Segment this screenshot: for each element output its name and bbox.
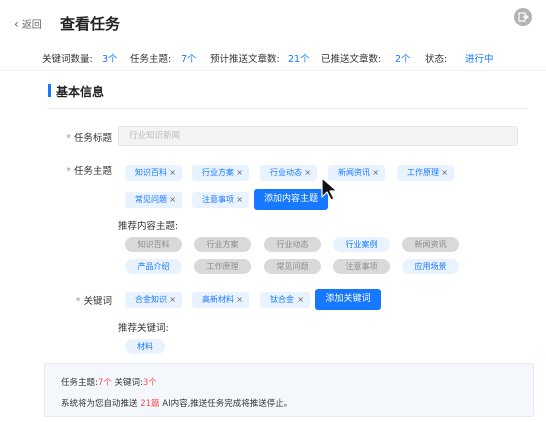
summary-push-suffix: AI内容,推送任务完成将推送停止。	[162, 399, 293, 409]
summary-panel: 任务主题:7个 关键词:3个 系统将为您自动推送 21篇 AI内容,推送任务完成…	[44, 363, 534, 417]
back-label: 返回	[21, 20, 42, 31]
mouse-cursor-icon	[321, 177, 338, 201]
section-divider	[48, 108, 528, 109]
page-title: 查看任务	[60, 15, 121, 33]
section-marker	[48, 84, 51, 97]
recommended-topics-label: 推荐内容主题:	[118, 221, 179, 232]
summary-keyword-prefix: 关键词:	[114, 378, 143, 388]
topic-tag-label: 行业动态	[270, 168, 302, 177]
header-divider	[0, 70, 546, 71]
recommended-topic-pill[interactable]: 新闻资讯	[402, 237, 459, 252]
close-icon[interactable]: ×	[169, 192, 176, 208]
summary-push-prefix: 系统将为您自动推送	[61, 399, 138, 409]
add-keyword-button[interactable]: 添加关键词	[315, 289, 381, 310]
summary-topic-count: 7个	[97, 378, 112, 388]
summary-push-info: 系统将为您自动推送 21篇 AI内容,推送任务完成将推送停止。	[61, 397, 292, 409]
keyword-count-value: 3个	[102, 54, 118, 65]
recommended-topic-pill[interactable]: 常见问题	[264, 259, 321, 274]
recommended-topic-pill[interactable]: 行业案例	[333, 237, 390, 252]
topic-count-value: 7个	[181, 54, 197, 65]
required-mark: *	[66, 133, 71, 144]
close-icon[interactable]: ×	[304, 165, 311, 181]
keyword-tag: 高新材料 ×	[192, 292, 249, 308]
topic-tag: 常见问题 ×	[125, 192, 182, 208]
recommended-topic-pill[interactable]: 工作原理	[194, 259, 251, 274]
exit-icon-glyph	[518, 12, 529, 22]
keyword-tag-label: 高新材料	[202, 295, 234, 304]
recommended-topic-pill[interactable]: 产品介绍	[125, 259, 182, 274]
close-icon[interactable]: ×	[169, 165, 176, 181]
close-icon[interactable]: ×	[441, 165, 448, 181]
task-topic-label: * 任务主题	[66, 163, 112, 177]
topic-tag-label: 工作原理	[407, 168, 439, 177]
chevron-left-icon: ‹	[14, 17, 19, 31]
recommended-keywords-label: 推荐关键词:	[118, 323, 169, 334]
pushed-count-label: 已推送文章数:	[321, 54, 382, 65]
summary-push-count: 21篇	[140, 399, 160, 409]
close-icon[interactable]: ×	[169, 292, 176, 308]
recommended-topic-pill[interactable]: 注意事项	[333, 259, 390, 274]
topic-tag-label: 行业方案	[202, 168, 234, 177]
keyword-tag-label: 钛合金	[270, 295, 294, 304]
recommended-topic-pill[interactable]: 应用场景	[402, 259, 459, 274]
task-title-label: * 任务标题	[66, 130, 112, 144]
topic-tag: 工作原理 ×	[397, 165, 454, 181]
recommended-topic-pill[interactable]: 行业方案	[194, 237, 251, 252]
topic-tag-label: 新闻资讯	[338, 168, 370, 177]
keyword-label-text: 关键词	[83, 296, 112, 307]
required-mark: *	[75, 296, 81, 307]
planned-count-value: 21个	[288, 54, 310, 65]
task-topic-label-text: 任务主题	[73, 166, 112, 177]
status-label: 状态:	[425, 54, 448, 65]
exit-icon[interactable]	[514, 8, 532, 26]
topic-tag: 知识百科 ×	[125, 165, 182, 181]
add-topic-button[interactable]: 添加内容主题	[254, 189, 328, 210]
back-link[interactable]: ‹ 返回	[14, 16, 42, 31]
recommended-keyword-pill[interactable]: 材料	[125, 339, 165, 354]
keyword-label: * 关键词	[66, 293, 112, 307]
close-icon[interactable]: ×	[236, 165, 243, 181]
pushed-count-value: 2个	[395, 54, 411, 65]
topic-count-label: 任务主题:	[130, 54, 172, 65]
topic-tag: 行业动态 ×	[260, 165, 317, 181]
topic-tag-label: 知识百科	[135, 168, 167, 177]
section-title: 基本信息	[56, 85, 105, 99]
recommended-topic-pill[interactable]: 知识百科	[125, 237, 182, 252]
keyword-tag: 钛合金 ×	[260, 292, 310, 308]
close-icon[interactable]: ×	[297, 292, 304, 308]
topic-tag: 行业方案 ×	[192, 165, 249, 181]
task-title-label-text: 任务标题	[73, 133, 112, 144]
keyword-tag: 合金知识 ×	[125, 292, 182, 308]
planned-count-label: 预计推送文章数:	[210, 54, 280, 65]
summary-topic-prefix: 任务主题:	[61, 378, 98, 388]
close-icon[interactable]: ×	[236, 192, 243, 208]
summary-keyword-count: 3个	[142, 378, 157, 388]
keyword-count-label: 关键词数量:	[42, 54, 93, 65]
topic-tag-label: 注意事项	[202, 195, 234, 204]
required-mark: *	[66, 166, 71, 177]
topic-tag-label: 常见问题	[135, 195, 167, 204]
status-badge: 进行中	[465, 54, 494, 65]
close-icon[interactable]: ×	[372, 165, 379, 181]
keyword-tag-label: 合金知识	[135, 295, 167, 304]
recommended-topic-pill[interactable]: 行业动态	[264, 237, 321, 252]
summary-counts: 任务主题:7个 关键词:3个	[61, 376, 157, 388]
task-title-input[interactable]: 行业知识新闻	[118, 126, 518, 146]
close-icon[interactable]: ×	[236, 292, 243, 308]
topic-tag: 注意事项 ×	[192, 192, 249, 208]
